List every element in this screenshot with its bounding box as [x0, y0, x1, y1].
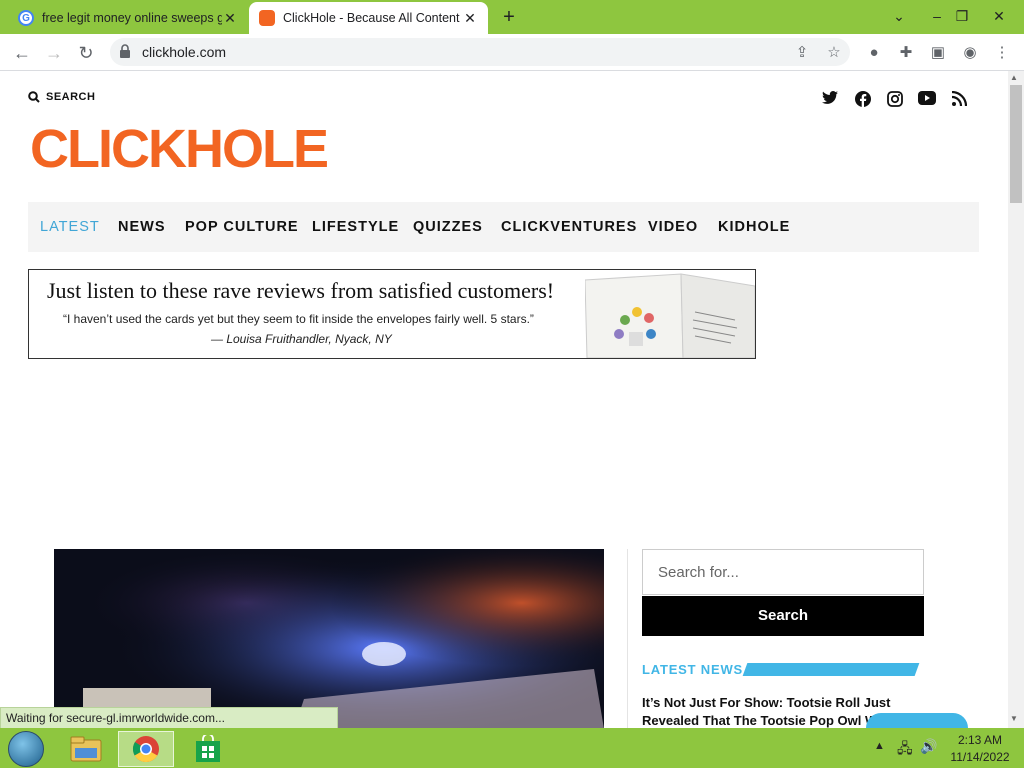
tab-title: free legit money online sweeps g: [42, 11, 222, 25]
tab-search-button[interactable]: ⌄: [884, 4, 914, 28]
network-icon[interactable]: 🖧: [897, 738, 913, 762]
facebook-icon[interactable]: [854, 91, 872, 109]
restore-button[interactable]: ❐: [947, 4, 977, 28]
nav-kidhole[interactable]: KIDHOLE: [718, 202, 790, 252]
start-button[interactable]: [8, 731, 44, 767]
volume-icon[interactable]: 🔊: [920, 738, 937, 755]
clickhole-logo[interactable]: CLICKHOLE: [30, 118, 329, 180]
site-search-link[interactable]: SEARCH: [28, 91, 95, 103]
google-icon: G: [18, 10, 34, 26]
twitter-icon[interactable]: [821, 91, 839, 109]
ad-attribution: — Louisa Fruithandler, Nyack, NY: [211, 332, 392, 346]
nav-clickventures[interactable]: CLICKVENTURES: [501, 202, 637, 252]
nav-pop-culture[interactable]: POP CULTURE: [185, 202, 299, 252]
tab-google-search[interactable]: G free legit money online sweeps g ✕: [8, 2, 248, 34]
close-window-button[interactable]: ✕: [984, 4, 1014, 28]
sidebar-search-button[interactable]: Search: [642, 596, 924, 636]
url-text[interactable]: clickhole.com: [142, 44, 226, 60]
scroll-down-icon[interactable]: ▼: [1010, 714, 1018, 723]
tray-expand-icon[interactable]: ▲: [874, 740, 885, 752]
share-icon[interactable]: ⇪: [790, 41, 814, 65]
clock-time[interactable]: 2:13 AM: [950, 733, 1010, 747]
latest-news-heading: LATEST NEWS: [642, 662, 743, 677]
back-button[interactable]: ←: [10, 41, 34, 65]
chrome-icon[interactable]: [118, 731, 174, 767]
nav-quizzes[interactable]: QUIZZES: [413, 202, 483, 252]
clickhole-favicon-icon: [259, 10, 275, 26]
nav-video[interactable]: VIDEO: [648, 202, 698, 252]
extensions-puzzle-icon[interactable]: ✚: [894, 41, 918, 65]
lock-icon[interactable]: [119, 44, 131, 58]
browser-status-bar: Waiting for secure-gl.imrworldwide.com..…: [0, 707, 338, 729]
sidebar-search-input[interactable]: Search for...: [642, 549, 924, 595]
menu-kebab-icon[interactable]: ⋮: [990, 41, 1014, 65]
forward-button[interactable]: →: [42, 41, 66, 65]
main-navigation: LATEST NEWS POP CULTURE LIFESTYLE QUIZZE…: [28, 202, 979, 252]
extension-pig-icon[interactable]: ●: [862, 41, 886, 65]
search-icon: [28, 91, 40, 103]
sidebar-divider: [627, 549, 628, 729]
ad-banner[interactable]: Just listen to these rave reviews from s…: [28, 269, 756, 359]
rss-icon[interactable]: [950, 90, 968, 109]
tab-close-icon[interactable]: ✕: [222, 10, 238, 27]
ad-headline: Just listen to these rave reviews from s…: [47, 278, 555, 303]
profile-avatar-icon[interactable]: ◉: [958, 41, 982, 65]
instagram-icon[interactable]: [886, 91, 904, 109]
latest-news-accent-bar: [742, 663, 920, 676]
reload-button[interactable]: ↻: [74, 41, 98, 65]
clock-date[interactable]: 11/14/2022: [950, 750, 1010, 764]
tab-title: ClickHole - Because All Content I: [283, 11, 462, 25]
file-explorer-icon[interactable]: [58, 731, 114, 767]
new-tab-button[interactable]: +: [498, 6, 520, 28]
side-panel-icon[interactable]: ▣: [926, 41, 950, 65]
scrollbar-thumb[interactable]: [1010, 85, 1022, 203]
greeting-card-image: [585, 273, 755, 358]
nav-lifestyle[interactable]: LIFESTYLE: [312, 202, 399, 252]
tab-close-icon[interactable]: ✕: [462, 10, 478, 27]
bookmark-star-icon[interactable]: ☆: [822, 41, 846, 65]
nav-latest[interactable]: LATEST: [40, 202, 100, 252]
nav-news[interactable]: NEWS: [118, 202, 166, 252]
scroll-up-icon[interactable]: ▲: [1010, 73, 1018, 82]
tab-clickhole[interactable]: ClickHole - Because All Content I ✕: [249, 2, 488, 34]
featured-article-image[interactable]: [54, 549, 604, 729]
ad-quote: “I haven’t used the cards yet but they s…: [63, 312, 534, 326]
youtube-icon[interactable]: [918, 91, 936, 109]
store-icon[interactable]: [180, 731, 236, 767]
search-label: SEARCH: [46, 91, 96, 103]
